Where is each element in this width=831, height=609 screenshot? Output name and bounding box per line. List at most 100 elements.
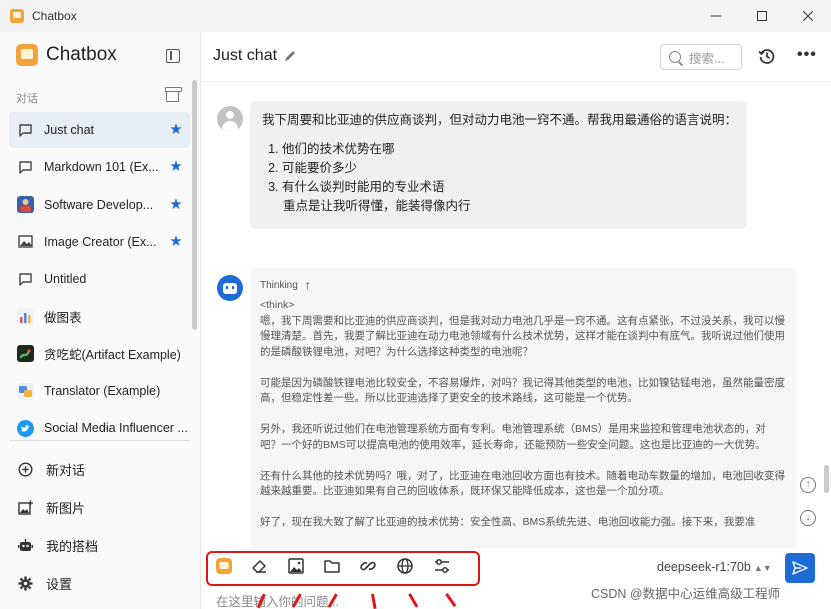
- maximize-icon: [757, 11, 767, 21]
- list-item: 他们的技术优势在哪: [282, 140, 735, 159]
- new-chat-button[interactable]: 新对话: [9, 450, 190, 488]
- maximize-button[interactable]: [739, 0, 785, 32]
- window-title: Chatbox: [32, 9, 77, 23]
- main-panel: Just chat 搜索... ••• 我下周要和比亚迪的供应商谈判，但对动力电…: [201, 32, 831, 609]
- thinking-content: <think> 嗯，我下周需要和比亚迪的供应商谈判，但是我对动力电池几乎是一窍不…: [260, 298, 786, 531]
- conversation-label: 贪吃蛇(Artifact Example): [44, 348, 181, 363]
- annotation-arrow: [408, 593, 418, 608]
- eraser-icon[interactable]: [249, 556, 269, 576]
- image-icon: [17, 233, 34, 250]
- thinking-toggle[interactable]: Thinking ↑: [260, 276, 786, 294]
- conversation-item-image-creator[interactable]: Image Creator (Ex... ★: [9, 224, 190, 260]
- chatbox-logo-icon[interactable]: [214, 556, 234, 576]
- think-paragraph: 可能是因为磷酸铁锂电池比较安全，不容易爆炸，对吗？我记得其他类型的电池，比如镍钴…: [260, 376, 785, 405]
- link-icon[interactable]: [358, 556, 378, 576]
- scroll-to-top-button[interactable]: ↑: [800, 477, 816, 493]
- add-circle-icon: [17, 461, 34, 478]
- assistant-avatar: [217, 275, 243, 301]
- search-placeholder: 搜索...: [689, 51, 725, 66]
- search-icon: [669, 51, 681, 63]
- conversation-label: Just chat: [44, 123, 95, 137]
- close-button[interactable]: [785, 0, 831, 32]
- chat-header: Just chat 搜索... •••: [201, 32, 831, 82]
- user-message-intro: 我下周要和比亚迪的供应商谈判，但对动力电池一窍不通。帮我用最通俗的语言说明：: [262, 113, 738, 127]
- archive-icon[interactable]: [165, 87, 182, 102]
- chevron-updown-icon: ▲▼: [753, 563, 772, 573]
- chat-title: Just chat: [213, 47, 278, 64]
- send-icon: [792, 561, 808, 575]
- conversation-item-translator[interactable]: Translator (Example): [9, 373, 190, 409]
- chart-avatar-icon: [17, 307, 34, 325]
- more-options-icon[interactable]: •••: [797, 47, 816, 65]
- user-message: 我下周要和比亚迪的供应商谈判，但对动力电池一窍不通。帮我用最通俗的语言说明： 他…: [250, 101, 747, 229]
- conversation-label: 做图表: [44, 310, 82, 325]
- annotation-arrow: [371, 593, 377, 609]
- conversation-label: Untitled: [44, 272, 87, 287]
- my-copilots-button[interactable]: 我的搭档: [9, 526, 190, 564]
- sidebar-bottom-nav: 新对话 新图片 我的搭档 设置: [9, 450, 190, 602]
- conversation-list: Just chat ★ Markdown 101 (Ex... ★ Softwa…: [9, 112, 190, 448]
- think-paragraph: 另外，我还听说过他们在电池管理系统方面有专利。电池管理系统（BMS）是用来监控和…: [260, 423, 766, 451]
- conversations-section-label: 对话: [16, 93, 38, 105]
- history-icon[interactable]: [758, 47, 776, 65]
- model-name: deepseek-r1:70b: [657, 560, 751, 574]
- chat-bubble-icon: [17, 122, 34, 139]
- conversation-label: Software Develop...: [44, 197, 154, 212]
- thinking-label: Thinking: [260, 279, 298, 291]
- window-titlebar: Chatbox: [0, 0, 831, 32]
- conversation-label: Social Media Influencer ...: [44, 421, 188, 436]
- gear-icon: [17, 575, 34, 592]
- conversation-label: Translator (Example): [44, 384, 161, 399]
- assistant-message: Thinking ↑ <think> 嗯，我下周需要和比亚迪的供应商谈判，但是我…: [250, 268, 796, 548]
- star-icon[interactable]: ★: [168, 196, 184, 213]
- conversation-item-markdown-101[interactable]: Markdown 101 (Ex... ★: [9, 149, 190, 185]
- chat-bubble-icon: [17, 159, 34, 176]
- think-paragraph: 嗯，我下周需要和比亚迪的供应商谈判，但是我对动力电池几乎是一窍不通。这有点紧张，…: [260, 314, 785, 358]
- new-image-button[interactable]: 新图片: [9, 488, 190, 526]
- minimize-button[interactable]: [693, 0, 739, 32]
- folder-icon[interactable]: [322, 556, 342, 576]
- chat-bubble-icon: [17, 271, 34, 288]
- conversation-item-make-chart[interactable]: 做图表: [9, 298, 190, 334]
- my-copilots-label: 我的搭档: [46, 538, 99, 554]
- chat-scrollbar[interactable]: [824, 465, 829, 493]
- conversation-item-just-chat[interactable]: Just chat ★: [9, 112, 190, 148]
- think-paragraph: 还有什么其他的技术优势吗？哦，对了，比亚迪在电池回收方面也有技术。随着电动车数量…: [260, 469, 785, 498]
- edit-pencil-icon[interactable]: [283, 49, 297, 63]
- user-message-note: 重点是让我听得懂，能装得像内行: [283, 198, 471, 213]
- new-image-label: 新图片: [46, 500, 86, 516]
- star-icon[interactable]: ★: [168, 233, 184, 250]
- new-chat-label: 新对话: [46, 462, 86, 478]
- brand-name: Chatbox: [46, 44, 117, 65]
- model-select[interactable]: deepseek-r1:70b ▲▼: [657, 560, 772, 574]
- search-input[interactable]: 搜索...: [660, 44, 742, 70]
- conversation-item-software-developer[interactable]: Software Develop... ★: [9, 187, 190, 223]
- message-input[interactable]: 在这里输入你的问题...: [216, 591, 339, 609]
- send-button[interactable]: [785, 553, 815, 583]
- conversation-item-untitled[interactable]: Untitled: [9, 261, 190, 297]
- collapse-sidebar-icon[interactable]: [166, 49, 180, 63]
- list-item: 有什么谈判时能用的专业术语: [282, 178, 735, 197]
- settings-button[interactable]: 设置: [9, 564, 190, 602]
- chatbox-logo-icon: [16, 44, 38, 66]
- user-message-list: 他们的技术优势在哪 可能要价多少 有什么谈判时能用的专业术语: [262, 140, 735, 197]
- think-tag: <think>: [260, 299, 295, 311]
- sidebar-scrollbar[interactable]: [192, 80, 197, 330]
- arrow-down-icon: ↓: [805, 512, 811, 523]
- arrow-up-icon: ↑: [805, 479, 811, 490]
- conversation-label: Image Creator (Ex...: [44, 234, 157, 249]
- minimize-icon: [711, 15, 721, 17]
- think-paragraph: 好了，现在我大致了解了比亚迪的技术优势：安全性高、BMS系统先进、电池回收能力强…: [260, 516, 756, 528]
- chatbox-app-icon: [10, 9, 24, 23]
- scroll-to-bottom-button[interactable]: ↓: [800, 510, 816, 526]
- close-icon: [803, 11, 813, 21]
- sidebar: Chatbox 对话 Just chat ★ Markdown 101 (Ex.…: [0, 32, 201, 609]
- globe-icon[interactable]: [395, 556, 415, 576]
- image-icon[interactable]: [286, 556, 306, 576]
- star-icon[interactable]: ★: [168, 159, 184, 175]
- star-icon[interactable]: ★: [168, 122, 184, 138]
- settings-sliders-icon[interactable]: [432, 556, 452, 576]
- image-add-icon: [17, 499, 34, 516]
- conversation-item-snake-game[interactable]: 贪吃蛇(Artifact Example): [9, 336, 190, 372]
- watermark: CSDN @数据中心运维高级工程师: [591, 587, 781, 601]
